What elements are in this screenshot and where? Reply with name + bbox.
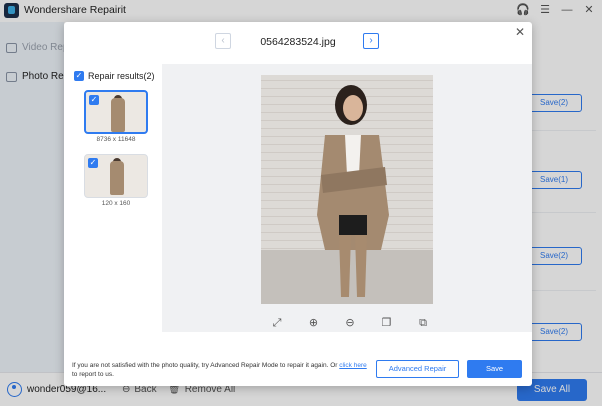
next-image-button[interactable]: › bbox=[363, 33, 379, 49]
file-name: 0564283524.jpg bbox=[260, 36, 336, 48]
report-link[interactable]: click here bbox=[339, 362, 366, 369]
thumbnail-image bbox=[110, 161, 124, 195]
select-all-checkbox[interactable]: ✓ bbox=[74, 71, 84, 81]
save-button[interactable]: Save bbox=[467, 360, 522, 378]
thumbnail-item[interactable]: ✓ bbox=[84, 154, 148, 198]
close-dialog-icon[interactable]: ✕ bbox=[515, 25, 525, 39]
results-header[interactable]: ✓ Repair results(2) bbox=[74, 71, 155, 81]
advanced-repair-button[interactable]: Advanced Repair bbox=[376, 360, 459, 378]
thumbnail-checkbox[interactable]: ✓ bbox=[88, 158, 98, 168]
results-label: Repair results(2) bbox=[88, 71, 155, 81]
zoom-in-icon[interactable]: ⊕ bbox=[307, 317, 321, 329]
previous-image-button[interactable]: ‹ bbox=[215, 33, 231, 49]
results-panel: ✓ Repair results(2) ✓ 8736 x 11648 ✓ 120… bbox=[64, 64, 162, 332]
zoom-out-icon[interactable]: ⊖ bbox=[343, 317, 357, 329]
footer-note: If you are not satisfied with the photo … bbox=[72, 361, 372, 379]
image-preview-area: ⤢ ⊕ ⊖ ❐ ⧉ bbox=[162, 64, 532, 332]
dialog-header: ‹ 0564283524.jpg › ✕ bbox=[64, 22, 532, 64]
thumbnail-checkbox[interactable]: ✓ bbox=[89, 95, 99, 105]
compare-icon[interactable]: ❐ bbox=[380, 317, 394, 329]
footer-text: If you are not satisfied with the photo … bbox=[72, 362, 338, 369]
thumbnail-dimensions: 8736 x 11648 bbox=[96, 136, 136, 143]
copy-icon[interactable]: ⧉ bbox=[416, 317, 430, 329]
preview-image bbox=[261, 75, 433, 304]
photo-subject bbox=[317, 85, 389, 297]
fit-screen-icon[interactable]: ⤢ bbox=[270, 317, 284, 329]
thumbnail-image bbox=[111, 98, 125, 132]
thumbnail-dimensions: 120 x 160 bbox=[101, 200, 131, 207]
preview-dialog: ‹ 0564283524.jpg › ✕ ✓ Repair results(2)… bbox=[64, 22, 532, 386]
zoom-toolbar: ⤢ ⊕ ⊖ ❐ ⧉ bbox=[270, 317, 430, 329]
footer-text-end: to report to us. bbox=[72, 371, 114, 378]
thumbnail-item[interactable]: ✓ bbox=[84, 90, 148, 134]
